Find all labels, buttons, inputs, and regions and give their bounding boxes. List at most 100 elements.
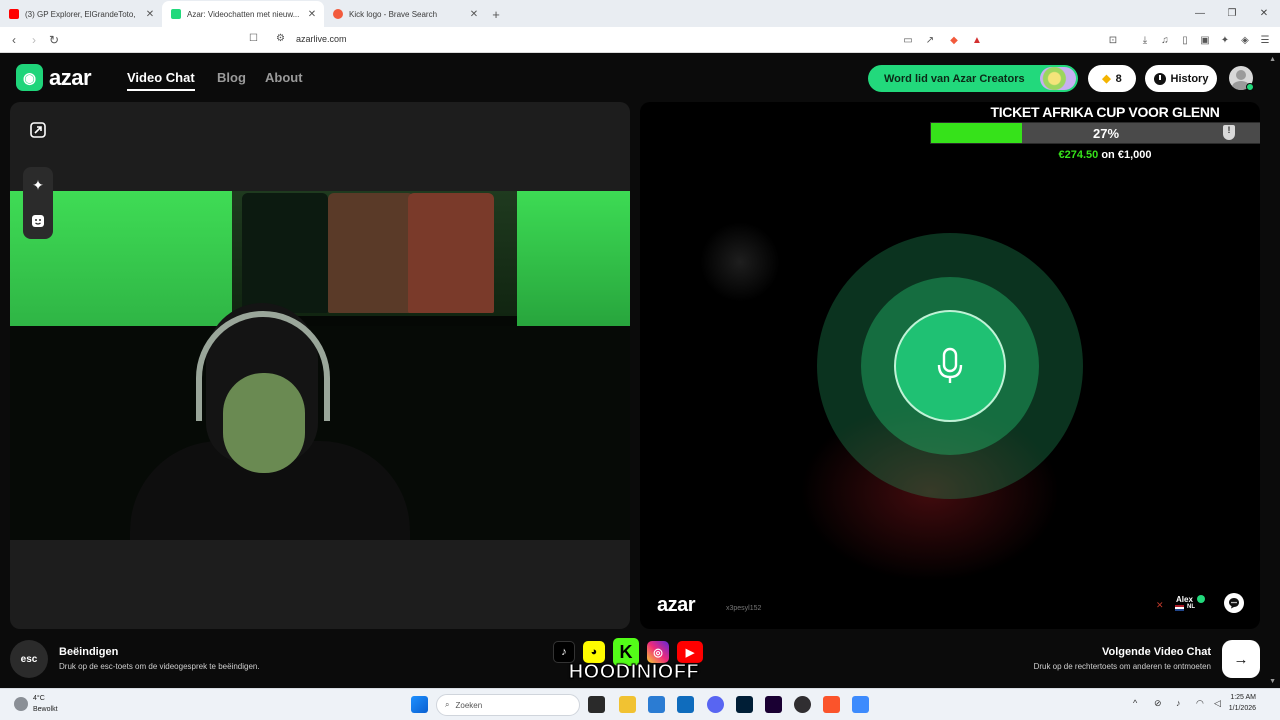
face-filter-button[interactable] — [23, 203, 53, 239]
search-placeholder: Zoeken — [455, 700, 483, 710]
blur-shape — [700, 222, 780, 302]
donation-target: €1,000 — [1117, 149, 1152, 161]
forward-icon[interactable]: › — [26, 32, 42, 48]
tab-title: Azar: Videochatten met nieuw... — [187, 9, 300, 19]
verified-icon — [1197, 595, 1205, 603]
leo-ai-icon[interactable]: ✦ — [1218, 33, 1232, 47]
sidebar-icon[interactable]: ▯ — [1178, 33, 1192, 47]
clock-icon — [1153, 72, 1166, 85]
restore-icon[interactable]: ❐ — [1216, 0, 1248, 27]
face-icon — [32, 215, 44, 227]
donation-separator: on — [1101, 149, 1115, 161]
my-webcam-feed — [10, 191, 630, 540]
volume-icon[interactable]: ◁ — [1214, 698, 1221, 709]
azar-favicon-icon — [171, 9, 181, 19]
shield-icon: ! — [1223, 125, 1235, 140]
donation-progress-bar: 27% ! — [930, 122, 1260, 144]
share-icon[interactable]: ↗ — [923, 33, 937, 47]
next-chat-button[interactable]: → — [1222, 640, 1260, 678]
jersey-red — [408, 193, 494, 313]
jersey-dark — [242, 193, 328, 313]
clock-date[interactable]: 1/1/2026 — [1229, 705, 1256, 712]
brave-browser-icon[interactable] — [823, 696, 840, 713]
app-icon[interactable] — [852, 696, 869, 713]
premiere-icon[interactable] — [765, 696, 782, 713]
search-icon: ⌕ — [445, 700, 450, 709]
browser-tab-youtube[interactable]: (3) GP Explorer, ElGrandeToto, Zed, L...… — [0, 1, 162, 27]
tray-chevron-icon[interactable]: ^ — [1133, 698, 1137, 708]
wallet-icon[interactable]: ▣ — [1198, 33, 1212, 47]
mic-tray-icon[interactable]: ♪ — [1176, 698, 1181, 708]
url-field[interactable]: azarlive.com — [296, 34, 347, 44]
store-icon[interactable] — [648, 696, 665, 713]
microphone-button[interactable] — [894, 310, 1006, 422]
history-button[interactable]: History — [1145, 65, 1217, 92]
close-window-icon[interactable]: ✕ — [1248, 0, 1280, 27]
screenshot-icon[interactable]: ▭ — [901, 33, 915, 47]
tab-title: (3) GP Explorer, ElGrandeToto, Zed, L... — [25, 9, 138, 19]
next-chat-title: Volgende Video Chat — [1102, 646, 1211, 658]
windows-start-icon[interactable] — [411, 696, 428, 713]
creators-label: Word lid van Azar Creators — [884, 72, 1025, 85]
address-bar: ‹ › ↻ ☐ ⚙ azarlive.com ▭ ↗ ◆ ▲ ⊡ ⤓ ♫ ▯ ▣… — [0, 27, 1280, 53]
fullscreen-button[interactable] — [23, 115, 53, 145]
microphone-icon — [937, 347, 963, 383]
end-chat-button[interactable]: esc — [10, 640, 48, 678]
menu-icon[interactable]: ☰ — [1258, 33, 1272, 47]
brave-rewards-icon[interactable]: ▲ — [970, 33, 984, 47]
partner-id: x3pesyl152 — [726, 605, 762, 612]
browser-tab-azar[interactable]: Azar: Videochatten met nieuw... ✕ — [162, 1, 324, 27]
scroll-up-icon[interactable]: ▲ — [1269, 56, 1276, 63]
translate-icon[interactable]: ⊡ — [1106, 33, 1120, 47]
new-tab-button[interactable]: + — [486, 1, 506, 27]
minimize-icon[interactable]: — — [1184, 0, 1216, 27]
nav-video-chat[interactable]: Video Chat — [127, 70, 195, 91]
network-icon[interactable]: ⊘ — [1154, 698, 1162, 709]
azar-logo-icon: ◉ — [16, 64, 43, 91]
clock-time[interactable]: 1:25 AM — [1230, 694, 1256, 701]
outlook-icon[interactable] — [677, 696, 694, 713]
photoshop-icon[interactable] — [736, 696, 753, 713]
scroll-down-icon[interactable]: ▼ — [1269, 678, 1276, 685]
nav-about[interactable]: About — [265, 70, 303, 85]
site-settings-icon[interactable]: ⚙ — [276, 33, 285, 44]
browser-tab-brave-search[interactable]: Kick logo - Brave Search ✕ — [324, 1, 486, 27]
partner-video-panel: TICKET AFRIKA CUP VOOR GLENN 27% ! €274.… — [640, 102, 1260, 629]
gems-button[interactable]: ◆ 8 — [1088, 65, 1136, 92]
online-status-badge — [1246, 83, 1254, 91]
close-tab-icon[interactable]: ✕ — [306, 9, 318, 20]
wifi-icon[interactable]: ◠ — [1196, 698, 1204, 709]
media-icon[interactable]: ♫ — [1158, 33, 1172, 47]
report-icon[interactable]: ✕ — [1156, 600, 1164, 611]
file-explorer-icon[interactable] — [619, 696, 636, 713]
weather-temperature: 4°C — [33, 695, 45, 702]
chat-button[interactable] — [1224, 593, 1244, 613]
downloads-icon[interactable]: ⤓ — [1138, 33, 1152, 47]
azar-logo[interactable]: ◉ azar — [16, 64, 92, 91]
bookmark-icon[interactable]: ☐ — [249, 33, 258, 44]
obs-icon[interactable] — [794, 696, 811, 713]
azar-creators-button[interactable]: Word lid van Azar Creators — [868, 65, 1078, 92]
discord-icon[interactable] — [707, 696, 724, 713]
reload-icon[interactable]: ↻ — [46, 32, 62, 48]
site-header: ◉ azar Video Chat Blog About Word lid va… — [0, 54, 1280, 102]
partner-name[interactable]: Alex — [1176, 595, 1193, 604]
partner-country: NL — [1187, 604, 1195, 610]
streamer-handle: HOODINIOFF — [568, 661, 700, 684]
taskbar-search[interactable]: ⌕ Zoeken — [436, 694, 580, 716]
donation-goal-title: TICKET AFRIKA CUP VOOR GLENN — [990, 104, 1220, 120]
back-icon[interactable]: ‹ — [6, 32, 22, 48]
close-tab-icon[interactable]: ✕ — [468, 9, 480, 20]
creators-badge-icon — [1040, 67, 1076, 90]
task-view-icon[interactable] — [588, 696, 605, 713]
youtube-icon: ▶ — [677, 641, 703, 663]
effects-button[interactable]: ✦ — [23, 167, 53, 203]
close-tab-icon[interactable]: ✕ — [144, 9, 156, 20]
my-video-panel: ✦ — [10, 102, 630, 629]
cloud-icon[interactable] — [14, 697, 28, 711]
donation-percent: 27% — [1092, 126, 1120, 141]
vpn-icon[interactable]: ◈ — [1238, 33, 1252, 47]
brave-shield-icon[interactable]: ◆ — [947, 33, 961, 47]
donation-raised: €274.50 — [1058, 149, 1099, 161]
nav-blog[interactable]: Blog — [217, 70, 246, 85]
